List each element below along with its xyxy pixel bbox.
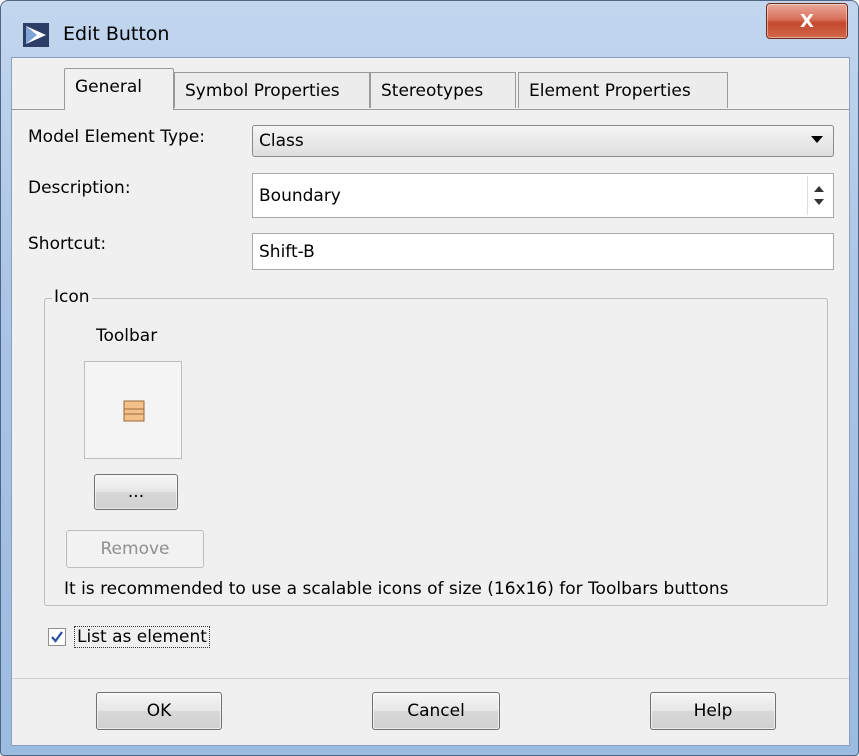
boundary-icon: [123, 400, 145, 422]
description-scroll[interactable]: [807, 176, 831, 215]
dialog-window: Edit Button X General Symbol Properties …: [0, 0, 859, 756]
shortcut-label: Shortcut:: [28, 234, 107, 254]
toolbar-icon-preview: [84, 361, 182, 459]
tab-label: Stereotypes: [381, 81, 484, 101]
icon-group-legend: Icon: [52, 287, 92, 307]
tab-element-properties[interactable]: Element Properties: [518, 72, 728, 108]
description-field[interactable]: Boundary: [252, 173, 834, 218]
help-button[interactable]: Help: [650, 692, 776, 730]
tab-label: Element Properties: [529, 81, 691, 101]
app-icon: [23, 23, 49, 47]
ok-button-label: OK: [146, 701, 172, 721]
description-value: Boundary: [259, 185, 341, 206]
chevron-down-icon[interactable]: [814, 199, 824, 205]
browse-button-label: ...: [127, 482, 145, 502]
tab-strip: General Symbol Properties Stereotypes El…: [12, 68, 851, 110]
shortcut-value: Shift-B: [259, 241, 315, 262]
remove-button-label: Remove: [100, 539, 170, 559]
active-tab-gap: [65, 109, 173, 110]
model-element-type-label: Model Element Type:: [28, 127, 206, 147]
cancel-button[interactable]: Cancel: [372, 692, 500, 730]
model-element-type-value: Class: [259, 131, 304, 151]
tab-stereotypes[interactable]: Stereotypes: [370, 72, 516, 108]
checkmark-icon: [51, 631, 63, 643]
browse-icon-button[interactable]: ...: [94, 474, 178, 510]
chevron-up-icon[interactable]: [814, 186, 824, 192]
tab-symbol-properties[interactable]: Symbol Properties: [174, 72, 370, 108]
model-element-type-select[interactable]: Class: [252, 125, 834, 157]
help-button-label: Help: [693, 701, 733, 721]
toolbar-label: Toolbar: [96, 326, 158, 346]
remove-icon-button[interactable]: Remove: [66, 530, 204, 568]
description-label: Description:: [28, 178, 131, 198]
ok-button[interactable]: OK: [96, 692, 222, 730]
window-title: Edit Button: [63, 23, 170, 45]
close-icon: X: [800, 10, 814, 32]
title-bar[interactable]: Edit Button X: [1, 1, 858, 61]
chevron-down-icon: [811, 136, 823, 143]
dialog-client-area: General Symbol Properties Stereotypes El…: [11, 57, 850, 746]
list-as-element-label[interactable]: List as element: [74, 626, 210, 648]
icon-size-hint: It is recommended to use a scalable icon…: [64, 579, 729, 599]
shortcut-field[interactable]: Shift-B: [252, 233, 834, 270]
cancel-button-label: Cancel: [407, 701, 465, 721]
list-as-element-checkbox[interactable]: [48, 628, 66, 646]
tab-label: Symbol Properties: [185, 81, 340, 101]
footer-separator: [12, 678, 849, 679]
tab-label: General: [75, 77, 142, 97]
close-button[interactable]: X: [766, 3, 848, 39]
tab-general[interactable]: General: [64, 68, 174, 109]
